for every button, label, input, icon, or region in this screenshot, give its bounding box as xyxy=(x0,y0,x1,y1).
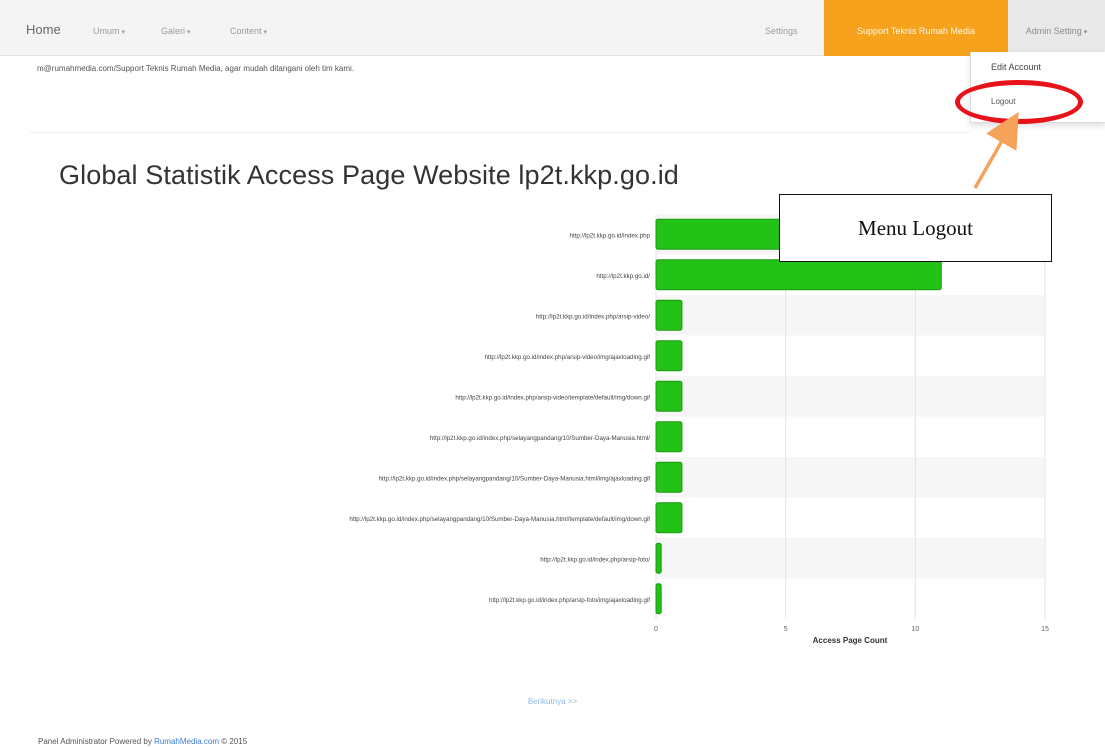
chart-row-band xyxy=(656,538,1045,579)
callout-arrow xyxy=(973,111,1019,189)
chart-category-label: http://lp2t.kkp.go.id/index.php/arsip-fo… xyxy=(540,556,650,563)
chart-category-label: http://lp2t.kkp.go.id/ xyxy=(596,273,650,280)
chart-x-tick-labels: 0 5 10 15 xyxy=(654,626,1049,633)
chart-category-label: http://lp2t.kkp.go.id/index.php/arsip-vi… xyxy=(536,313,650,320)
footer: Panel Administrator Powered by RumahMedi… xyxy=(38,737,247,746)
chart-bar xyxy=(655,299,683,331)
chart-row-band xyxy=(656,457,1045,498)
chart-category-label: http://lp2t.kkp.go.id/index.php/selayang… xyxy=(430,435,650,442)
chart-category-label: http://lp2t.kkp.go.id/index.php/selayang… xyxy=(349,516,650,523)
chart-bar xyxy=(655,259,942,291)
chart-category-label: http://lp2t.kkp.go.id/index.php/arsip-vi… xyxy=(485,354,651,361)
menu-logout-callout: Menu Logout xyxy=(779,194,1052,262)
chart-row-band xyxy=(656,376,1045,417)
chart-x-tick-label: 5 xyxy=(784,626,788,633)
chart-category-label: http://lp2t.kkp.go.id/index.php/arsip-fo… xyxy=(489,597,650,604)
chart-category-label: http://lp2t.kkp.go.id/index.php/selayang… xyxy=(379,475,651,482)
chart-bar xyxy=(655,461,683,493)
chart-x-tick-label: 0 xyxy=(654,626,658,633)
access-statistics-chart: http://lp2t.kkp.go.id/index.php http://lp… xyxy=(349,111,1049,645)
chart-x-axis-label: Access Page Count xyxy=(813,636,888,645)
chart-bar xyxy=(655,421,683,453)
chart-category-labels: http://lp2t.kkp.go.id/index.php http://lp… xyxy=(349,232,650,604)
chart-bar xyxy=(655,380,683,412)
chart-bar xyxy=(655,583,662,615)
chart-category-label: http://lp2t.kkp.go.id/index.php/arsip-vi… xyxy=(455,394,650,401)
footer-copyright: © 2015 xyxy=(221,737,248,746)
chart-x-tick-label: 15 xyxy=(1041,626,1049,633)
chart-bar xyxy=(655,542,662,574)
footer-prefix: Panel Administrator Powered by xyxy=(38,737,152,746)
footer-rumahmedia-link[interactable]: RumahMedia.com xyxy=(154,737,219,746)
callout-label: Menu Logout xyxy=(858,215,973,240)
chart-bar xyxy=(655,340,683,372)
chart-row-band xyxy=(656,295,1045,336)
chart-category-label: http://lp2t.kkp.go.id/index.php xyxy=(570,232,651,239)
chart-bar xyxy=(655,502,683,534)
next-page-link[interactable]: Berikutnya >> xyxy=(0,697,1105,706)
chart-x-tick-label: 10 xyxy=(911,626,919,633)
